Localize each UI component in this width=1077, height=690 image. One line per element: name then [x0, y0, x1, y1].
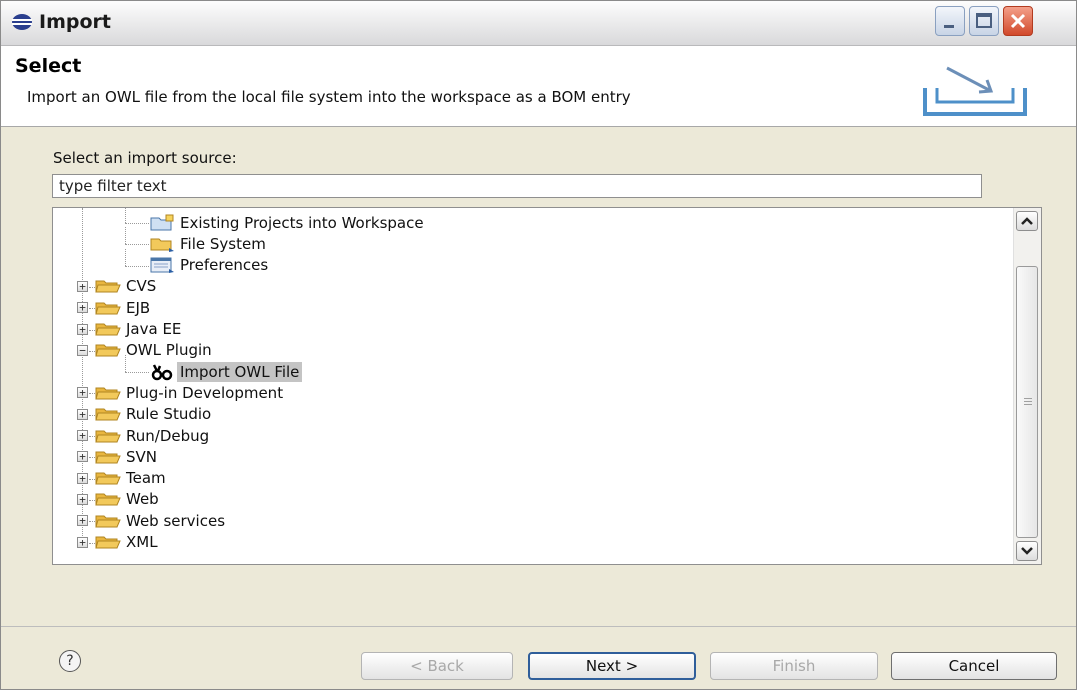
folder-icon — [95, 341, 121, 359]
owl-import-icon — [149, 363, 175, 381]
tree-item[interactable]: Import OWL File — [149, 361, 303, 382]
next-button[interactable]: Next > — [528, 652, 696, 680]
expand-node-icon[interactable]: + — [77, 302, 88, 314]
back-button[interactable]: < Back — [361, 652, 513, 680]
folder-icon — [95, 448, 121, 466]
tree-item[interactable]: File System — [149, 233, 269, 254]
tree-item-label: Preferences — [180, 256, 269, 275]
import-wizard-icon — [923, 66, 1027, 116]
tree-item-label: Web services — [126, 511, 226, 530]
tree-item[interactable]: Run/Debug — [95, 425, 212, 446]
folder-import-icon — [149, 235, 175, 253]
tree-connector-line — [125, 244, 149, 246]
folder-icon — [95, 299, 121, 317]
folder-icon — [95, 512, 121, 530]
tree-item[interactable]: Existing Projects into Workspace — [149, 212, 427, 233]
tree-item[interactable]: Plug-in Development — [95, 382, 286, 403]
tree-item[interactable]: SVN — [95, 446, 160, 467]
tree-item-label: Existing Projects into Workspace — [180, 213, 424, 232]
folder-icon — [95, 490, 121, 508]
import-source-tree[interactable]: Existing Projects into Workspace File Sys… — [52, 207, 1042, 565]
maximize-button[interactable] — [969, 6, 999, 36]
folder-icon — [95, 320, 121, 338]
import-dialog: Import Select Import an OWL file from th… — [0, 0, 1077, 690]
tree-connector-line — [125, 227, 126, 245]
expand-node-icon[interactable]: + — [77, 515, 88, 527]
tree-item[interactable]: OWL Plugin — [95, 340, 215, 361]
tree-item-label: EJB — [126, 298, 151, 317]
tree-item-label: Run/Debug — [126, 426, 210, 445]
expand-node-icon[interactable]: + — [77, 323, 88, 335]
scroll-up-button[interactable] — [1016, 211, 1038, 231]
expand-node-icon[interactable]: + — [77, 280, 88, 292]
help-button[interactable]: ? — [59, 650, 81, 672]
chevron-down-icon — [1021, 547, 1033, 555]
minimize-button[interactable] — [935, 6, 965, 36]
footer-divider — [1, 626, 1076, 627]
folder-icon — [95, 469, 121, 487]
import-source-label: Select an import source: — [53, 149, 237, 167]
folder-icon — [95, 277, 121, 295]
tree-item-label: Team — [126, 469, 166, 488]
filter-input[interactable] — [52, 174, 982, 198]
folder-icon — [95, 533, 121, 551]
tree-scrollbar[interactable] — [1013, 208, 1041, 564]
tree-item-label: Java EE — [126, 320, 182, 338]
tree-item[interactable]: Rule Studio — [95, 404, 214, 425]
expand-node-icon[interactable]: + — [77, 451, 88, 463]
maximize-icon — [976, 13, 992, 28]
preferences-import-icon — [149, 256, 175, 274]
tree-connector-line — [125, 223, 149, 224]
finish-button[interactable]: Finish — [710, 652, 878, 680]
minimize-icon — [944, 25, 954, 28]
tree-connector-line — [82, 208, 83, 538]
tree-connector-line — [125, 208, 126, 223]
tree-item-label: Rule Studio — [126, 405, 212, 424]
tree-connector-line — [125, 248, 126, 266]
tree-item[interactable]: Java EE — [95, 319, 184, 340]
tree-item-label: XML — [126, 533, 158, 551]
tree-item[interactable]: Web — [95, 489, 162, 510]
page-title: Select — [15, 55, 82, 77]
tree-item-label: SVN — [126, 447, 158, 466]
import-app-icon — [12, 14, 32, 30]
folder-icon — [95, 405, 121, 423]
expand-node-icon[interactable]: + — [77, 408, 88, 420]
tree-item-label: Web — [126, 490, 159, 509]
tree-connector-line — [125, 355, 126, 373]
tree-item-label: Import OWL File — [177, 361, 303, 382]
tree-item-label: File System — [180, 234, 266, 253]
folder-icon — [95, 427, 121, 445]
folder-icon — [95, 384, 121, 402]
close-button[interactable] — [1003, 6, 1033, 36]
tree-item-label: Plug-in Development — [126, 383, 284, 402]
tree-item[interactable]: CVS — [95, 276, 159, 297]
tree-item[interactable]: XML — [95, 532, 161, 553]
page-description: Import an OWL file from the local file s… — [27, 88, 631, 106]
expand-node-icon[interactable]: + — [77, 430, 88, 441]
wizard-banner: Select Import an OWL file from the local… — [1, 46, 1076, 127]
tree-item[interactable]: EJB — [95, 297, 153, 318]
title-bar[interactable]: Import — [1, 1, 1076, 46]
collapse-node-icon[interactable]: − — [77, 344, 88, 356]
scroll-thumb[interactable] — [1016, 266, 1038, 538]
tree-item[interactable]: Preferences — [149, 255, 271, 276]
tree-connector-line — [125, 265, 149, 267]
cancel-button[interactable]: Cancel — [891, 652, 1057, 680]
tree-item-label: CVS — [126, 277, 157, 296]
tree-item[interactable]: Web services — [95, 510, 228, 531]
tree-connector-line — [125, 372, 149, 374]
help-icon: ? — [66, 653, 74, 669]
expand-node-icon[interactable]: + — [77, 387, 88, 399]
expand-node-icon[interactable]: + — [77, 536, 88, 548]
close-icon — [1010, 13, 1026, 29]
scroll-down-button[interactable] — [1016, 541, 1038, 561]
project-import-icon — [149, 214, 175, 232]
chevron-up-icon — [1021, 217, 1033, 225]
expand-node-icon[interactable]: + — [77, 472, 88, 484]
tree-item[interactable]: Team — [95, 468, 169, 489]
expand-node-icon[interactable]: + — [77, 493, 88, 505]
tree-item-label: OWL Plugin — [126, 341, 212, 360]
window-title: Import — [39, 11, 111, 33]
